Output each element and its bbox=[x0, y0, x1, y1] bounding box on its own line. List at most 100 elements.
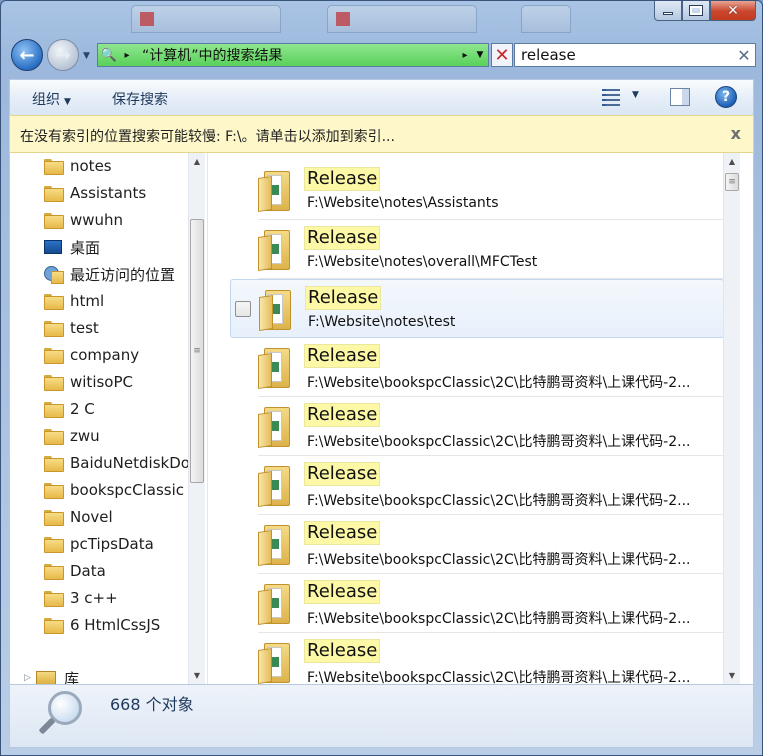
result-row[interactable]: Release F:\Website\notes\Assistants bbox=[230, 161, 724, 220]
folder-icon bbox=[44, 186, 64, 202]
navigation-bar: ← → ▼ 🔍 ▸ “计算机”中的搜索结果 ▸ ▼ ✕ ✕ bbox=[11, 39, 756, 75]
sidebar-item-label: company bbox=[70, 346, 140, 364]
sidebar-item[interactable]: 3 c++ bbox=[44, 585, 118, 611]
scroll-thumb[interactable]: ≡ bbox=[725, 173, 739, 191]
clear-search-icon[interactable]: ✕ bbox=[733, 46, 755, 65]
chevron-down-icon: ▼ bbox=[64, 97, 71, 107]
result-name: Release bbox=[304, 167, 381, 191]
background-tab-3[interactable] bbox=[521, 5, 571, 33]
folder-icon bbox=[44, 321, 64, 337]
sidebar-item-label: 最近访问的位置 bbox=[70, 265, 176, 284]
result-row[interactable]: Release F:\Website\bookspcClassic\2C\比特鹏… bbox=[230, 633, 724, 684]
forward-button[interactable]: → bbox=[47, 39, 79, 71]
scroll-down-icon[interactable]: ▼ bbox=[189, 667, 205, 684]
minimize-button[interactable] bbox=[654, 1, 682, 21]
sidebar-item[interactable]: Assistants bbox=[44, 180, 146, 206]
index-info-bar[interactable]: 在没有索引的位置搜索可能较慢: F:\。请单击以添加到索引... x bbox=[9, 115, 754, 153]
sidebar-item[interactable]: BaiduNetdiskDo bbox=[44, 450, 190, 476]
app-icon bbox=[140, 12, 154, 26]
info-message[interactable]: 在没有索引的位置搜索可能较慢: F:\。请单击以添加到索引... bbox=[20, 126, 395, 146]
caption-buttons: ✕ bbox=[654, 1, 756, 21]
folder-icon bbox=[258, 171, 290, 212]
result-name: Release bbox=[304, 226, 381, 250]
background-tab-2[interactable] bbox=[327, 5, 477, 33]
sidebar-item-label: Novel bbox=[70, 508, 113, 526]
expand-arrow-icon[interactable]: ▷ bbox=[24, 673, 31, 683]
result-row[interactable]: Release F:\Website\bookspcClassic\2C\比特鹏… bbox=[230, 338, 724, 397]
scroll-up-icon[interactable]: ▲ bbox=[189, 153, 205, 170]
folder-icon bbox=[44, 402, 64, 418]
background-tab-1[interactable] bbox=[131, 5, 281, 33]
stop-search-button[interactable]: ✕ bbox=[491, 43, 513, 67]
sidebar-item[interactable]: test bbox=[44, 315, 99, 341]
search-box[interactable]: ✕ bbox=[514, 43, 756, 67]
sidebar-item-label: pcTipsData bbox=[70, 535, 154, 553]
explorer-window: ✕ ← → ▼ 🔍 ▸ “计算机”中的搜索结果 ▸ ▼ ✕ ✕ 组织 ▼ 保存搜索… bbox=[0, 0, 763, 756]
back-button[interactable]: ← bbox=[11, 39, 43, 71]
result-row[interactable]: Release F:\Website\bookspcClassic\2C\比特鹏… bbox=[230, 515, 724, 574]
result-row[interactable]: Release F:\Website\notes\overall\MFCTest bbox=[230, 220, 724, 279]
sidebar-item[interactable]: wwuhn bbox=[44, 207, 123, 233]
status-bar: 668 个对象 bbox=[9, 684, 754, 748]
folder-icon bbox=[44, 591, 64, 607]
desktop-icon bbox=[44, 240, 62, 254]
results-scrollbar[interactable]: ▲ ≡ ▼ bbox=[723, 153, 740, 684]
result-row[interactable]: Release F:\Website\bookspcClassic\2C\比特鹏… bbox=[230, 456, 724, 515]
sidebar-item[interactable]: bookspcClassic bbox=[44, 477, 184, 503]
close-infobar-icon[interactable]: x bbox=[731, 124, 741, 143]
save-search-button[interactable]: 保存搜索 bbox=[112, 89, 168, 109]
view-options-dropdown[interactable]: ▼ bbox=[632, 90, 639, 100]
result-row[interactable]: Release F:\Website\notes\test bbox=[230, 279, 724, 338]
maximize-button[interactable] bbox=[682, 1, 710, 21]
sidebar-item[interactable]: zwu bbox=[44, 423, 100, 449]
result-path: F:\Website\bookspcClassic\2C\比特鹏哥资料\上课代码… bbox=[307, 552, 691, 568]
result-path: F:\Website\notes\Assistants bbox=[307, 195, 499, 211]
breadcrumb[interactable]: “计算机”中的搜索结果 bbox=[134, 45, 458, 65]
scroll-down-icon[interactable]: ▼ bbox=[724, 667, 740, 684]
sidebar-item[interactable]: 2 C bbox=[44, 396, 95, 422]
sidebar-item[interactable]: Data bbox=[44, 558, 106, 584]
sidebar-item[interactable]: witisoPC bbox=[44, 369, 133, 395]
sidebar-item[interactable]: 最近访问的位置 bbox=[44, 261, 175, 287]
sidebar-item[interactable]: 桌面 bbox=[44, 234, 100, 260]
result-name: Release bbox=[304, 403, 381, 427]
folder-icon bbox=[44, 564, 64, 580]
recent-pages-dropdown[interactable]: ▼ bbox=[83, 51, 93, 61]
sidebar-item[interactable]: pcTipsData bbox=[44, 531, 154, 557]
app-icon bbox=[336, 12, 350, 26]
scroll-up-icon[interactable]: ▲ bbox=[724, 153, 740, 170]
sidebar-item-label: BaiduNetdiskDo bbox=[70, 454, 190, 472]
sidebar-item[interactable]: html bbox=[44, 288, 104, 314]
sidebar-item[interactable]: 6 HtmlCssJS bbox=[44, 612, 160, 638]
navigation-scrollbar[interactable]: ▲ ≡ ▼ bbox=[188, 153, 205, 684]
close-window-button[interactable]: ✕ bbox=[710, 1, 756, 21]
change-view-icon[interactable] bbox=[602, 89, 620, 106]
main-content: notes Assistants wwuhn 桌面 最近访问的位置 html t… bbox=[9, 153, 754, 684]
search-results-list: Release F:\Website\notes\Assistants Rele… bbox=[210, 153, 724, 684]
item-count: 668 个对象 bbox=[110, 695, 194, 714]
address-bar[interactable]: 🔍 ▸ “计算机”中的搜索结果 ▸ ▼ bbox=[97, 43, 489, 67]
result-row[interactable]: Release F:\Website\bookspcClassic\2C\比特鹏… bbox=[230, 574, 724, 633]
breadcrumb-arrow-icon[interactable]: ▸ bbox=[120, 50, 134, 61]
breadcrumb-arrow-icon[interactable]: ▸ bbox=[458, 50, 472, 61]
select-checkbox[interactable] bbox=[235, 301, 251, 317]
sidebar-item[interactable]: company bbox=[44, 342, 139, 368]
sidebar-item-label: 6 HtmlCssJS bbox=[70, 616, 161, 634]
sidebar-item-library[interactable]: 库 bbox=[36, 665, 79, 684]
result-name: Release bbox=[304, 344, 381, 368]
folder-icon bbox=[259, 290, 291, 331]
scroll-thumb[interactable]: ≡ bbox=[190, 219, 204, 483]
sidebar-item[interactable]: notes bbox=[44, 153, 112, 179]
sidebar-item[interactable]: Novel bbox=[44, 504, 113, 530]
search-input[interactable] bbox=[515, 46, 733, 64]
preview-pane-icon[interactable] bbox=[670, 88, 690, 106]
search-results-icon: 🔍 bbox=[100, 47, 118, 63]
result-row[interactable]: Release F:\Website\bookspcClassic\2C\比特鹏… bbox=[230, 397, 724, 456]
result-path: F:\Website\bookspcClassic\2C\比特鹏哥资料\上课代码… bbox=[307, 670, 691, 684]
help-icon[interactable]: ? bbox=[715, 86, 737, 108]
address-dropdown-icon[interactable]: ▼ bbox=[472, 50, 488, 60]
organize-button[interactable]: 组织 ▼ bbox=[32, 89, 71, 109]
sidebar-item-label: 3 c++ bbox=[70, 589, 118, 607]
search-magnifier-icon bbox=[36, 691, 86, 743]
folder-icon bbox=[44, 483, 64, 499]
